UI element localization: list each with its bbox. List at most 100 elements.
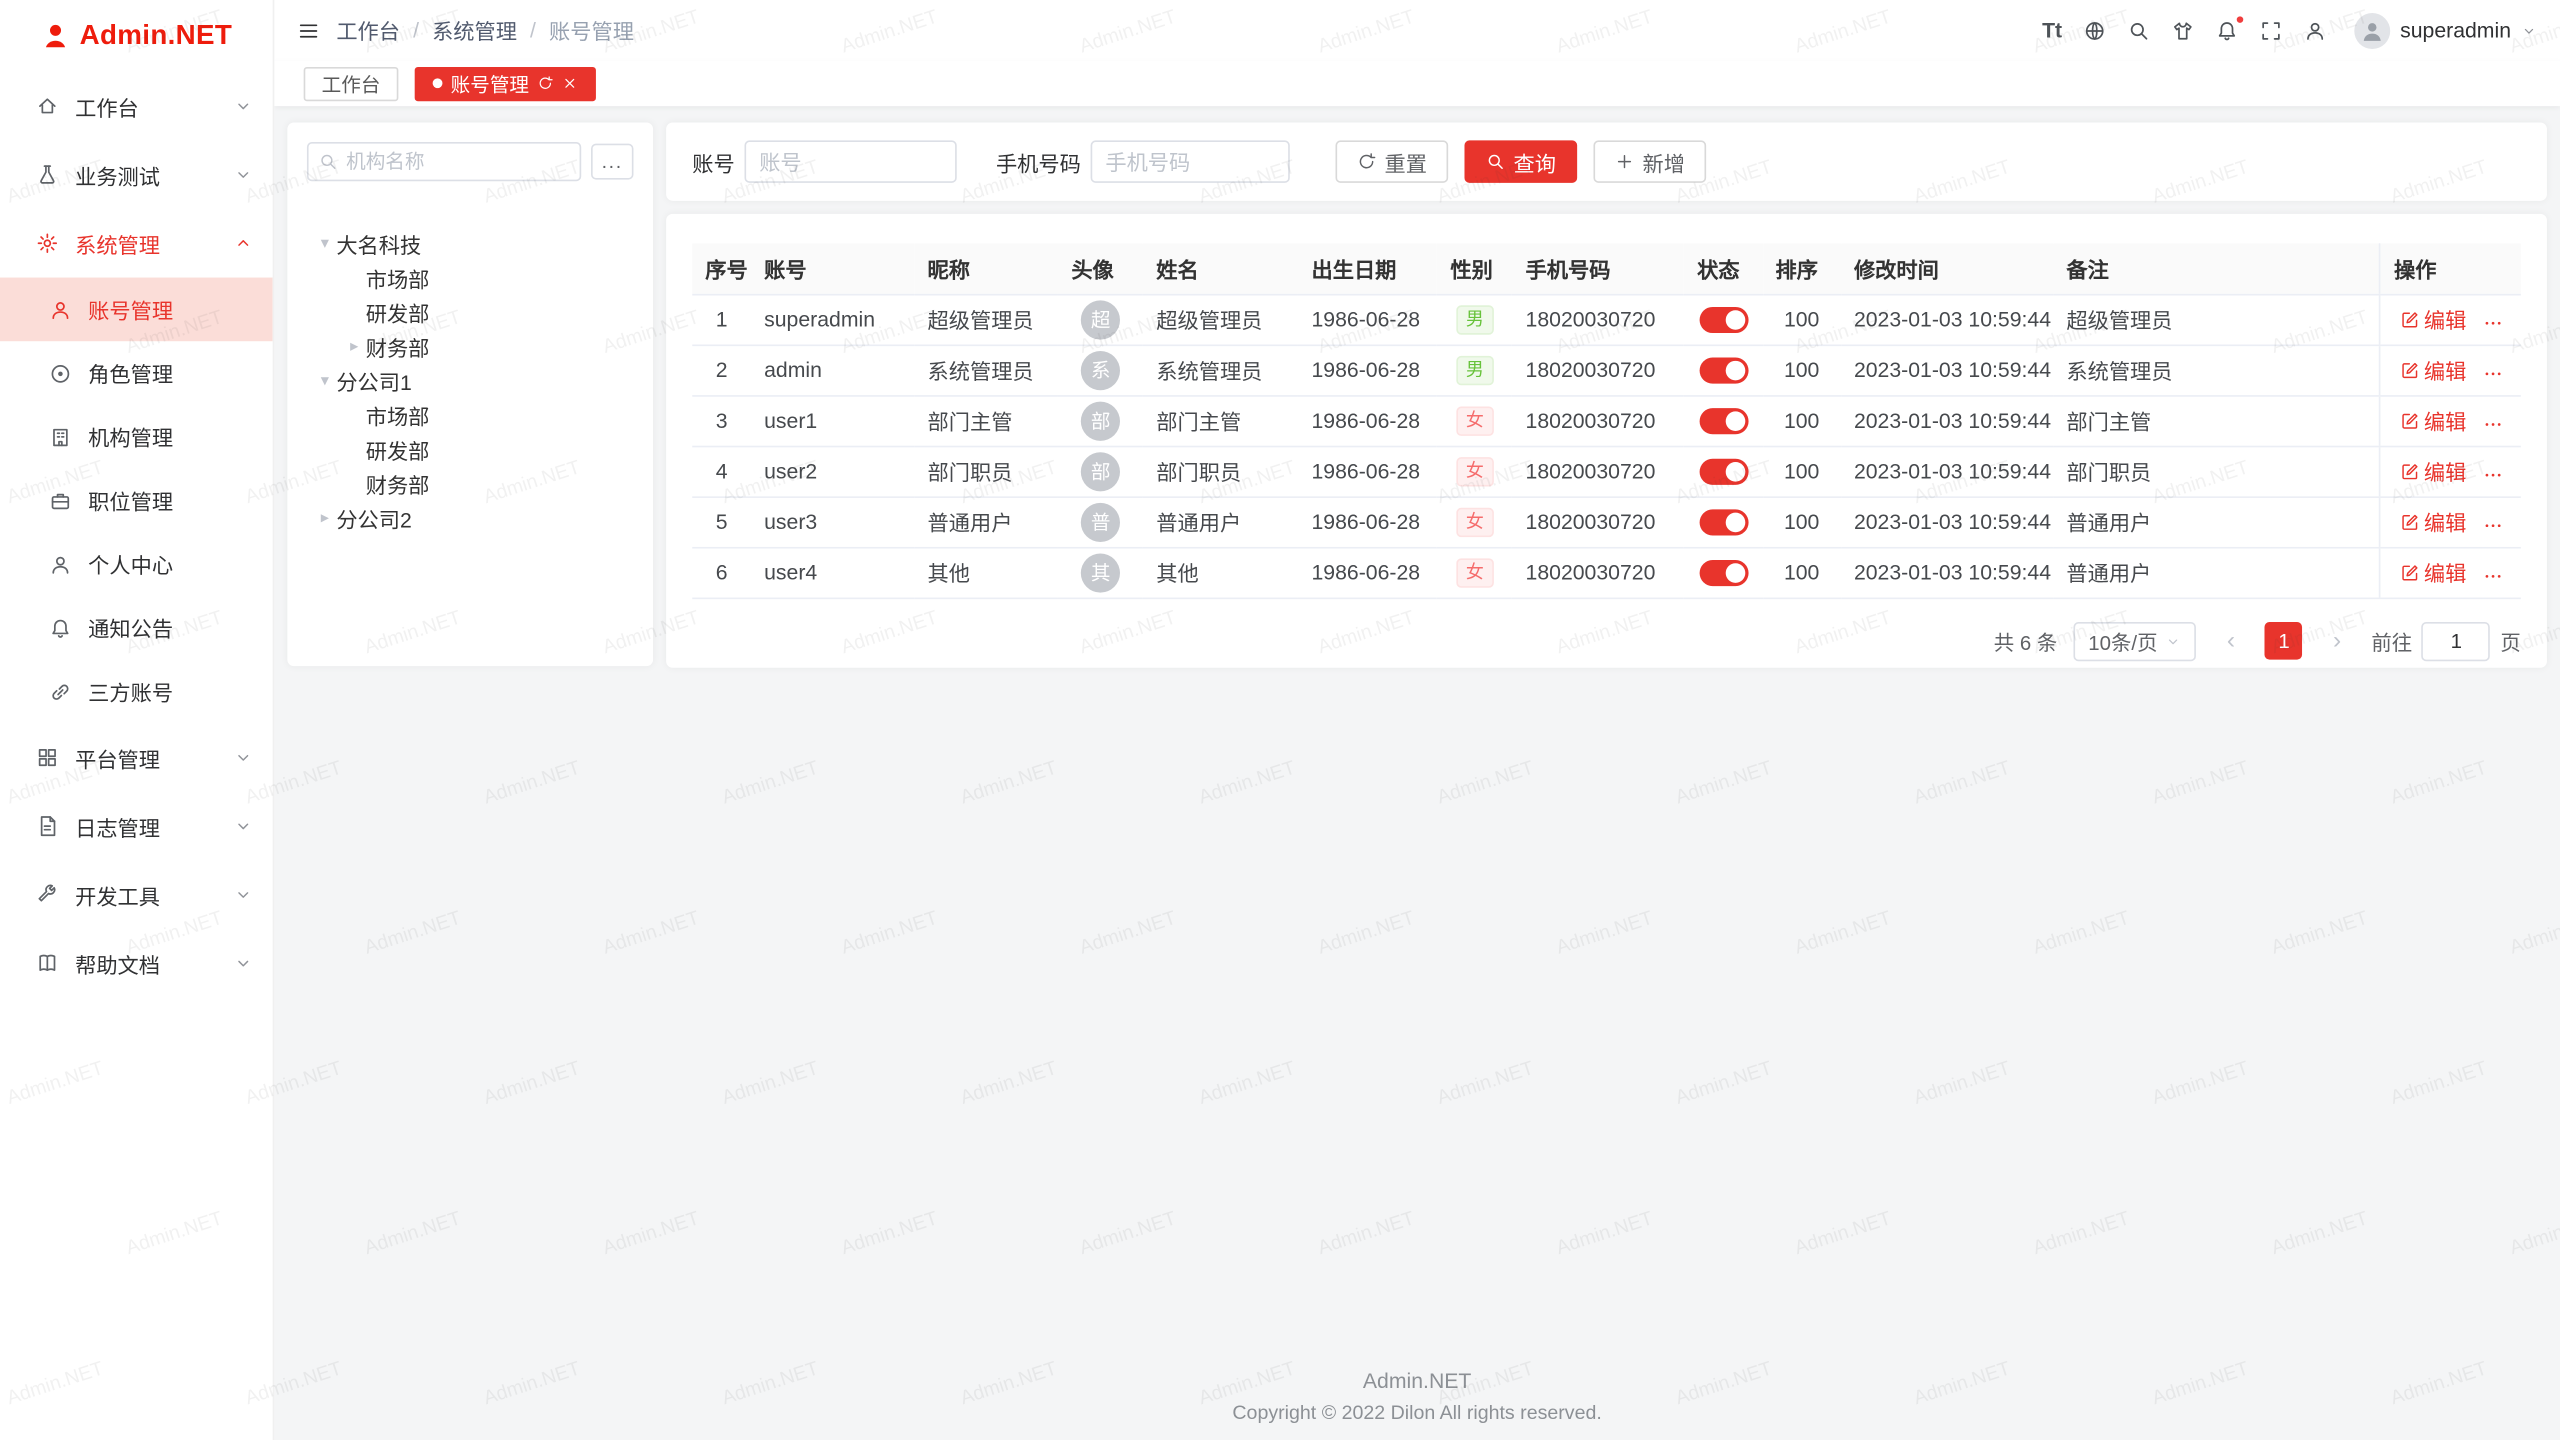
status-toggle[interactable] xyxy=(1699,408,1748,434)
goto-page-input[interactable] xyxy=(2422,621,2491,660)
org-search-input[interactable] xyxy=(346,150,570,173)
search-icon xyxy=(318,152,338,172)
col-name: 姓名 xyxy=(1143,243,1298,294)
edit-button[interactable]: 编辑 xyxy=(2399,456,2466,487)
notification-icon[interactable] xyxy=(2216,19,2239,42)
breadcrumb-separator: / xyxy=(530,18,536,42)
next-page-button[interactable]: › xyxy=(2319,621,2355,660)
more-actions-button[interactable] xyxy=(2483,516,2503,536)
sidebar-item-label: 三方账号 xyxy=(88,676,253,707)
font-size-icon[interactable]: Tt xyxy=(2042,18,2062,42)
ellipsis-icon xyxy=(2483,516,2503,536)
table-row: 5 user3 普通用户 普 普通用户 1986-06-28 女 1802003… xyxy=(692,496,2521,547)
caret-down-icon[interactable]: ▾ xyxy=(313,371,336,389)
more-actions-button[interactable] xyxy=(2483,465,2503,485)
add-button[interactable]: 新增 xyxy=(1594,140,1707,182)
status-toggle[interactable] xyxy=(1699,509,1748,535)
edit-button[interactable]: 编辑 xyxy=(2399,557,2466,588)
tree-node[interactable]: ▸市场部 xyxy=(307,398,634,431)
breadcrumb: 工作台 / 系统管理 / 账号管理 xyxy=(336,15,634,46)
edit-icon xyxy=(2399,461,2419,481)
page-number-1[interactable]: 1 xyxy=(2265,622,2303,660)
ellipsis-icon xyxy=(2483,567,2503,587)
tab-workbench[interactable]: 工作台 xyxy=(304,66,399,100)
tree-node[interactable]: ▸市场部 xyxy=(307,261,634,294)
document-icon xyxy=(36,815,59,838)
more-actions-button[interactable] xyxy=(2483,567,2503,587)
search-icon[interactable] xyxy=(2127,19,2150,42)
logo-text: Admin.NET xyxy=(80,20,233,53)
cell-birth: 1986-06-28 xyxy=(1298,395,1437,446)
tree-node[interactable]: ▸财务部 xyxy=(307,330,634,363)
tree-node[interactable]: ▸分公司2 xyxy=(307,501,634,534)
profile-icon[interactable] xyxy=(2304,19,2327,42)
logo-icon xyxy=(40,21,69,50)
account-input[interactable] xyxy=(745,140,957,182)
sidebar-item-position-management[interactable]: 职位管理 xyxy=(0,469,273,533)
edit-button[interactable]: 编辑 xyxy=(2399,304,2466,335)
more-actions-button[interactable] xyxy=(2483,314,2503,334)
tree-node[interactable]: ▸研发部 xyxy=(307,296,634,329)
caret-right-icon[interactable]: ▸ xyxy=(313,509,336,527)
edit-button[interactable]: 编辑 xyxy=(2399,405,2466,436)
tree-node[interactable]: ▸财务部 xyxy=(307,467,634,500)
sidebar-item-dev-tools[interactable]: 开发工具 xyxy=(0,860,273,929)
status-toggle[interactable] xyxy=(1699,458,1748,484)
cell-status xyxy=(1684,446,1762,497)
breadcrumb-system-management[interactable]: 系统管理 xyxy=(432,15,517,46)
more-actions-button[interactable] xyxy=(2483,415,2503,435)
edit-button[interactable]: 编辑 xyxy=(2399,354,2466,385)
hamburger-menu-icon[interactable] xyxy=(297,19,320,42)
language-icon[interactable] xyxy=(2083,19,2106,42)
breadcrumb-workbench[interactable]: 工作台 xyxy=(336,15,400,46)
fullscreen-icon[interactable] xyxy=(2260,19,2283,42)
tab-account-management[interactable]: 账号管理 xyxy=(415,66,596,100)
sidebar-item-role-management[interactable]: 角色管理 xyxy=(0,341,273,405)
sidebar-item-label: 帮助文档 xyxy=(75,948,233,979)
phone-input[interactable] xyxy=(1091,140,1290,182)
tree-node[interactable]: ▾大名科技 xyxy=(307,227,634,260)
tab-refresh-icon[interactable] xyxy=(537,75,553,91)
notification-badge xyxy=(2235,14,2245,24)
col-index: 序号 xyxy=(692,243,751,294)
cell-phone: 18020030720 xyxy=(1512,344,1684,395)
cell-modified: 2023-01-03 10:59:44 xyxy=(1841,547,2053,598)
tree-more-button[interactable]: ... xyxy=(591,144,633,180)
avatar xyxy=(2354,12,2390,48)
status-toggle[interactable] xyxy=(1699,357,1748,383)
query-button[interactable]: 查询 xyxy=(1465,140,1578,182)
caret-down-icon[interactable]: ▾ xyxy=(313,234,336,252)
chevron-down-icon xyxy=(233,165,253,185)
more-actions-button[interactable] xyxy=(2483,364,2503,384)
avatar: 其 xyxy=(1081,553,1120,592)
status-toggle[interactable] xyxy=(1699,560,1748,586)
sidebar-item-business-test[interactable]: 业务测试 xyxy=(0,140,273,209)
sidebar-item-log-management[interactable]: 日志管理 xyxy=(0,792,273,861)
status-toggle[interactable] xyxy=(1699,307,1748,333)
tree-node-label: 大名科技 xyxy=(336,228,421,259)
tree-node[interactable]: ▸研发部 xyxy=(307,433,634,466)
sidebar-item-platform-management[interactable]: 平台管理 xyxy=(0,723,273,792)
sidebar-item-org-management[interactable]: 机构管理 xyxy=(0,405,273,469)
sidebar-item-system-management[interactable]: 系统管理 xyxy=(0,209,273,278)
sidebar-item-personal-center[interactable]: 个人中心 xyxy=(0,532,273,596)
sidebar-item-third-party-account[interactable]: 三方账号 xyxy=(0,660,273,724)
logo[interactable]: Admin.NET xyxy=(0,0,273,72)
sidebar-item-notice[interactable]: 通知公告 xyxy=(0,596,273,660)
edit-button[interactable]: 编辑 xyxy=(2399,506,2466,537)
page-size-select[interactable]: 10条/页 xyxy=(2074,621,2197,660)
prev-page-button[interactable]: ‹ xyxy=(2213,621,2249,660)
sidebar-item-account-management[interactable]: 账号管理 xyxy=(0,278,273,342)
tree-node[interactable]: ▾分公司1 xyxy=(307,364,634,397)
reset-button[interactable]: 重置 xyxy=(1336,140,1449,182)
user-dropdown[interactable]: superadmin xyxy=(2354,12,2537,48)
tab-close-icon[interactable] xyxy=(562,75,578,91)
cell-avatar: 部 xyxy=(1058,395,1143,446)
cell-modified: 2023-01-03 10:59:44 xyxy=(1841,395,2053,446)
gender-badge: 女 xyxy=(1456,406,1494,435)
sidebar-item-help-docs[interactable]: 帮助文档 xyxy=(0,929,273,998)
grid-icon xyxy=(36,746,59,769)
sidebar-item-workbench[interactable]: 工作台 xyxy=(0,72,273,141)
theme-icon[interactable] xyxy=(2172,19,2195,42)
caret-right-icon[interactable]: ▸ xyxy=(343,337,366,355)
